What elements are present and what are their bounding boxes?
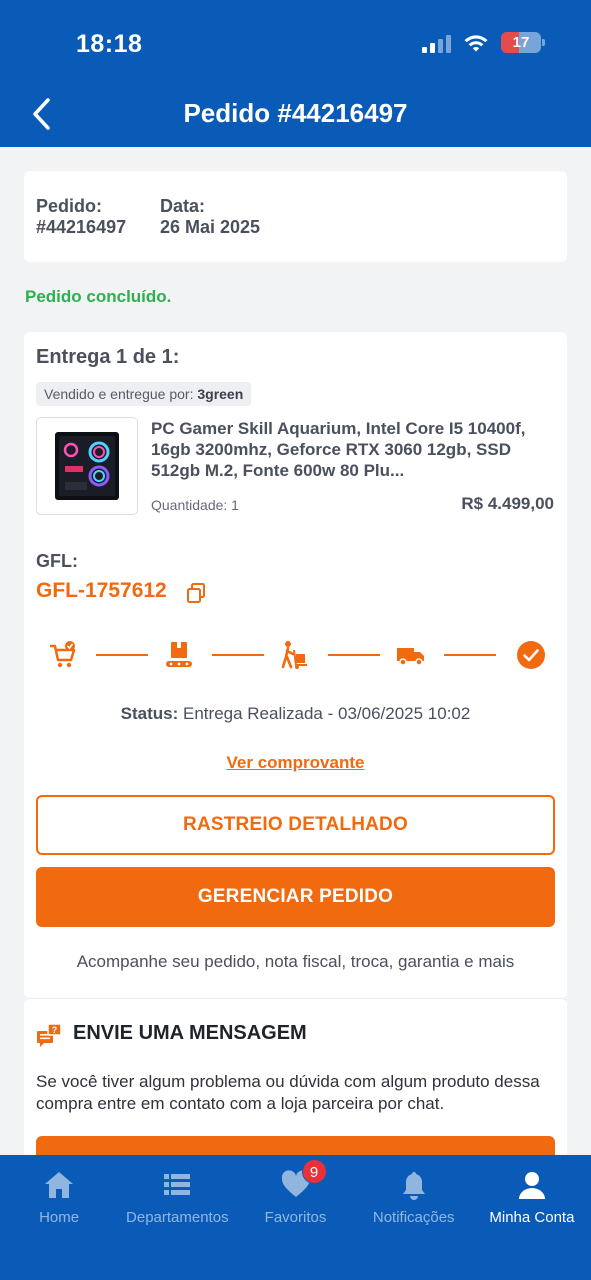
nav-favorites[interactable]: 9 Favoritos [236, 1155, 354, 1280]
status-label: Status: [120, 704, 179, 723]
nav-departments[interactable]: Departamentos [118, 1155, 236, 1280]
seller-prefix: Vendido e entregue por: [44, 386, 194, 402]
nav-home[interactable]: Home [0, 1155, 118, 1280]
header: 18:18 17 Pedido #44216497 [0, 0, 591, 147]
order-number-value: #44216497 [36, 217, 127, 237]
nav-notifications[interactable]: Notificações [355, 1155, 473, 1280]
manage-order-hint: Acompanhe seu pedido, nota fiscal, troca… [76, 952, 515, 971]
gfl-code: GFL-1757612 [36, 579, 167, 602]
step-connector [96, 654, 148, 656]
user-icon [518, 1172, 545, 1199]
product-quantity: Quantidade: 1 [151, 497, 239, 513]
order-date: Data: 26 Mai 2025 [160, 196, 260, 238]
wifi-icon [464, 34, 488, 51]
step-connector [444, 654, 496, 656]
nav-departments-label: Departamentos [126, 1209, 229, 1226]
package-conveyor-icon [162, 638, 196, 672]
hand-truck-icon [278, 638, 312, 672]
bell-icon [402, 1172, 425, 1200]
tracking-steps [46, 638, 546, 672]
delivery-card: Entrega 1 de 1: Vendido e entregue por: … [24, 332, 567, 998]
nav-favorites-label: Favoritos [264, 1209, 327, 1226]
delivery-title: Entrega 1 de 1: [36, 346, 180, 368]
product-image[interactable] [36, 417, 138, 515]
message-title: ENVIE UMA MENSAGEM [73, 1022, 307, 1044]
gfl-label: GFL: [36, 551, 78, 571]
nav-notifications-label: Notificações [372, 1209, 455, 1226]
order-number: Pedido: #44216497 [36, 196, 126, 238]
product-price: R$ 4.499,00 [461, 494, 554, 513]
product-name[interactable]: PC Gamer Skill Aquarium, Intel Core I5 1… [151, 418, 551, 481]
manage-order-button[interactable]: GERENCIAR PEDIDO [36, 867, 555, 927]
favorites-badge: 9 [301, 1159, 327, 1184]
page-title: Pedido #44216497 [183, 98, 408, 128]
order-date-label: Data: [160, 196, 206, 216]
seller-badge: Vendido e entregue por: 3green [36, 382, 252, 406]
chat-icon: ? [37, 1023, 62, 1047]
pc-case-icon [55, 432, 119, 500]
signal-icon [422, 33, 451, 53]
status-time: 18:18 [76, 30, 143, 58]
list-icon [164, 1174, 191, 1195]
step-connector [212, 654, 264, 656]
nav-my-account-label: Minha Conta [489, 1209, 575, 1226]
truck-icon [394, 638, 428, 672]
delivery-status: Status: Entrega Realizada - 03/06/2025 1… [24, 704, 567, 724]
message-text: Se você tiver algum problema ou dúvida c… [36, 1072, 540, 1113]
order-info-card: Pedido: #44216497 Data: 26 Mai 2025 [24, 171, 567, 262]
order-status-text: Pedido concluído. [25, 287, 172, 306]
battery-level: 17 [512, 34, 530, 51]
cart-check-icon [46, 638, 80, 672]
home-icon [45, 1172, 74, 1198]
bottom-nav: Home Departamentos 9 Favoritos Notificaç… [0, 1155, 591, 1280]
nav-my-account[interactable]: Minha Conta [473, 1155, 591, 1280]
status-icons: 17 [422, 32, 545, 53]
order-number-label: Pedido: [36, 196, 102, 216]
check-circle-icon [514, 638, 548, 672]
status-value: Entrega Realizada - 03/06/2025 10:02 [183, 704, 471, 723]
nav-home-label: Home [39, 1209, 80, 1226]
battery-icon: 17 [501, 32, 545, 53]
svg-text:?: ? [52, 1025, 58, 1035]
seller-name: 3green [197, 386, 244, 402]
view-receipt-link[interactable]: Ver comprovante [24, 753, 567, 773]
order-date-value: 26 Mai 2025 [160, 217, 261, 237]
step-connector [328, 654, 380, 656]
detailed-tracking-button[interactable]: RASTREIO DETALHADO [36, 795, 555, 855]
copy-icon[interactable] [185, 582, 207, 604]
